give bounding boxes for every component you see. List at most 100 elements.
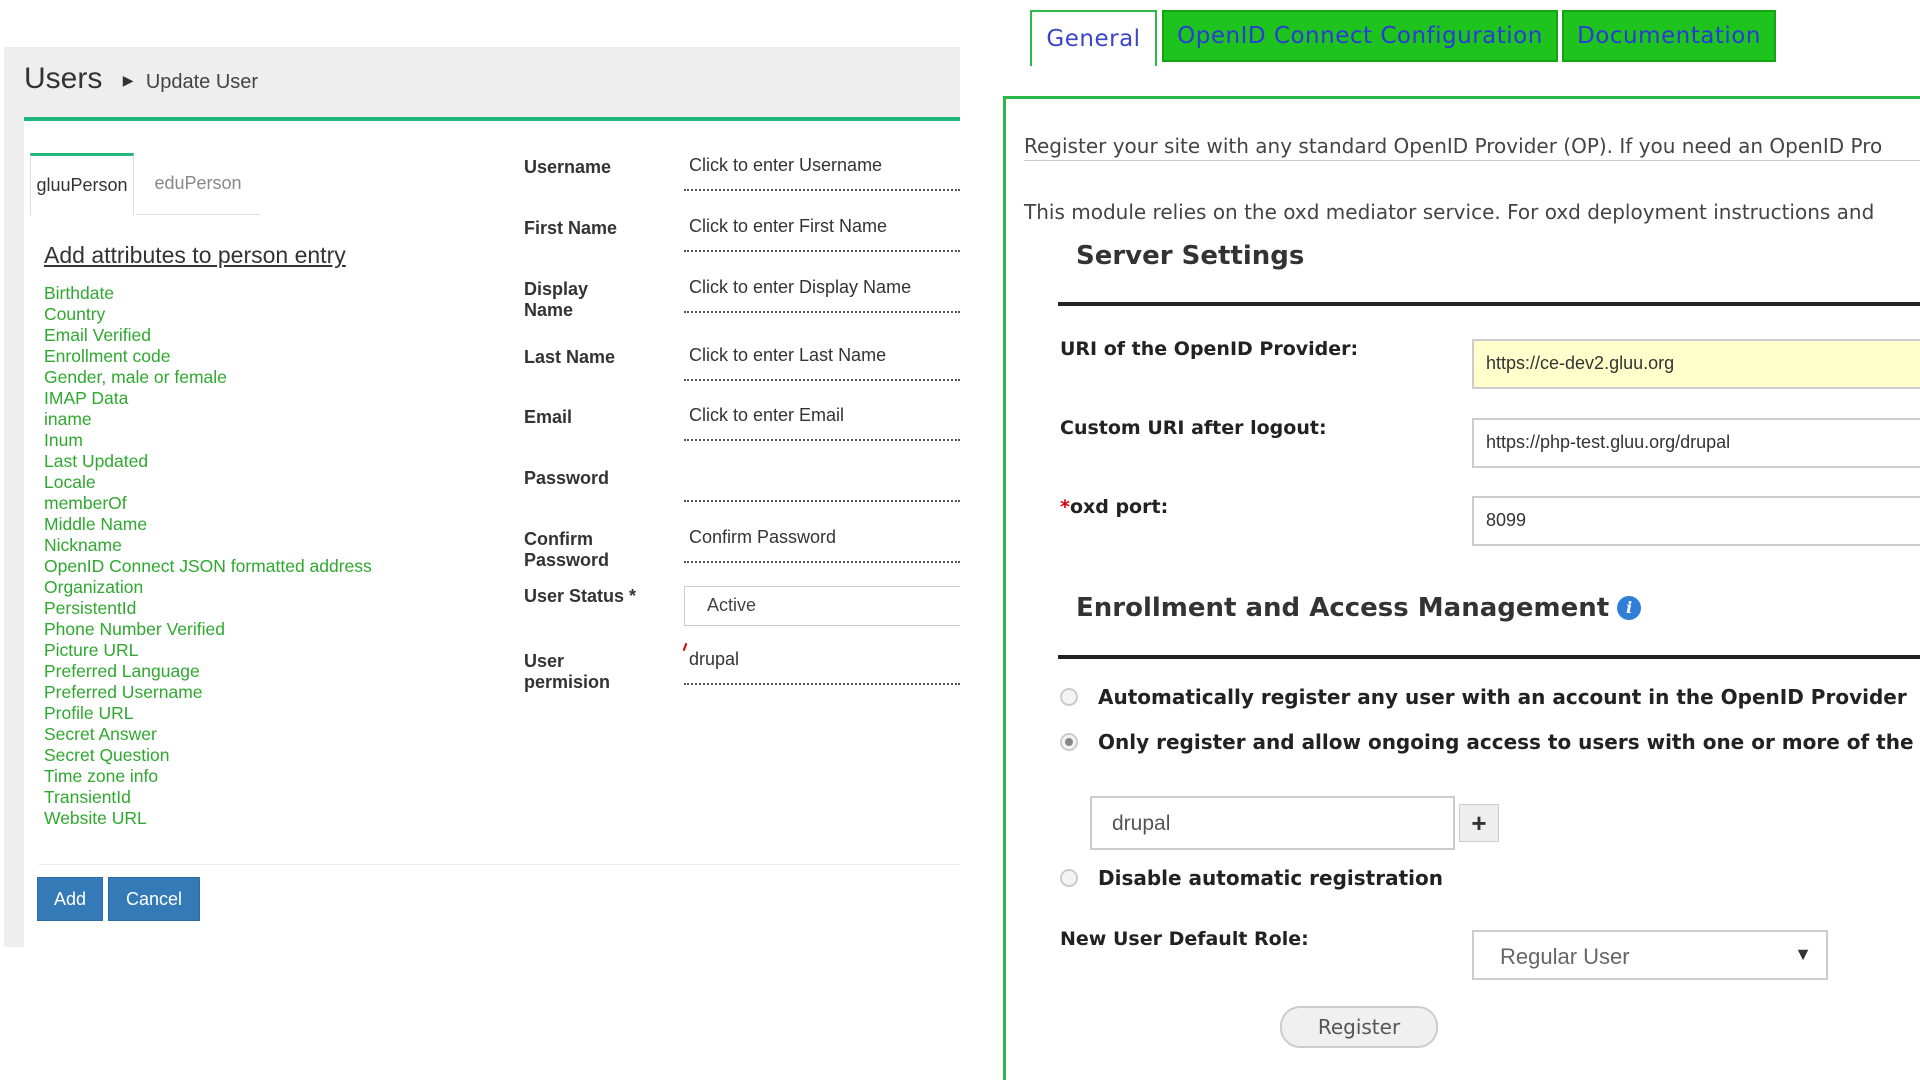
user-status-select[interactable]: Active [684, 586, 960, 626]
page-title: Users ▶ Update User [24, 62, 258, 96]
server-settings-heading: Server Settings [1076, 241, 1305, 271]
attribute-link[interactable]: Email Verified [44, 325, 372, 346]
radio-only-register[interactable]: Only register and allow ongoing access t… [1060, 730, 1920, 754]
user-status-label: User Status * [524, 586, 637, 606]
logout-uri-label: Custom URI after logout: [1060, 417, 1327, 439]
cancel-button[interactable]: Cancel [108, 877, 200, 921]
user-permission-label: User permision [524, 651, 611, 692]
attribute-link[interactable]: TransientId [44, 787, 372, 808]
attribute-link[interactable]: Preferred Language [44, 661, 372, 682]
confirm-password-label: Confirm Password [524, 529, 610, 570]
form-row-username: Username Click to enter Username [524, 143, 960, 204]
email-label: Email [524, 407, 573, 427]
email-field[interactable]: Click to enter Email [684, 393, 960, 441]
attribute-list: Birthdate Country Email Verified Enrollment… [44, 283, 372, 829]
last-name-field[interactable]: Click to enter Last Name [684, 333, 960, 381]
attribute-link[interactable]: iname [44, 409, 372, 430]
oxd-port-input[interactable]: 8099 [1472, 496, 1920, 546]
attribute-link[interactable]: Birthdate [44, 283, 372, 304]
enrollment-heading-text: Enrollment and Access Management [1076, 593, 1610, 623]
add-button[interactable]: Add [37, 877, 103, 921]
logout-uri-input[interactable]: https://php-test.gluu.org/drupal [1472, 418, 1920, 468]
form-row-confirm-password: Confirm Password Confirm Password [524, 515, 960, 576]
form-row-password: Password [524, 454, 960, 515]
attribute-link[interactable]: Secret Answer [44, 724, 372, 745]
oxd-port-label-text: oxd port: [1069, 496, 1169, 518]
chevron-down-icon: ▼ [1794, 944, 1812, 964]
attribute-link[interactable]: Profile URL [44, 703, 372, 724]
default-role-select[interactable]: Regular User ▼ [1472, 930, 1828, 980]
form-row-user-status: User Status * Active [524, 576, 960, 637]
attribute-link[interactable]: memberOf [44, 493, 372, 514]
oxd-port-label: *oxd port: [1060, 496, 1168, 518]
intro-divider [1024, 160, 1920, 161]
user-form-container: gluuPerson eduPerson Add attributes to p… [24, 117, 960, 951]
breadcrumb: Update User [145, 71, 259, 93]
first-name-field[interactable]: Click to enter First Name [684, 204, 960, 252]
radio-disable-registration-control[interactable] [1060, 869, 1078, 887]
attribute-link[interactable]: Organization [44, 577, 372, 598]
form-row-last-name: Last Name Click to enter Last Name [524, 333, 960, 394]
attributes-heading: Add attributes to person entry [44, 242, 346, 268]
add-role-button[interactable]: + [1459, 804, 1499, 842]
attribute-link[interactable]: IMAP Data [44, 388, 372, 409]
attribute-link[interactable]: Gender, male or female [44, 367, 372, 388]
attribute-link[interactable]: Last Updated [44, 451, 372, 472]
attribute-link[interactable]: Website URL [44, 808, 372, 829]
attribute-link[interactable]: Country [44, 304, 372, 325]
confirm-password-field[interactable]: Confirm Password [684, 515, 960, 563]
attribute-link[interactable]: Picture URL [44, 640, 372, 661]
form-row-display-name: Display Name Click to enter Display Name [524, 265, 960, 326]
tab-documentation[interactable]: Documentation [1562, 10, 1776, 62]
display-name-field[interactable]: Click to enter Display Name [684, 265, 960, 313]
attribute-link[interactable]: Locale [44, 472, 372, 493]
attribute-link[interactable]: Phone Number Verified [44, 619, 372, 640]
attribute-link[interactable]: Middle Name [44, 514, 372, 535]
info-icon[interactable]: i [1617, 596, 1642, 620]
users-panel: Users ▶ Update User gluuPerson eduPerson… [0, 0, 960, 1080]
role-input[interactable]: drupal [1090, 796, 1455, 850]
default-role-value: Regular User [1500, 944, 1630, 969]
uri-label: URI of the OpenID Provider: [1060, 338, 1359, 360]
intro-text-register: Register your site with any standard Ope… [1024, 134, 1883, 158]
uri-input[interactable]: https://ce-dev2.gluu.org [1472, 339, 1920, 389]
last-name-label: Last Name [524, 347, 616, 367]
radio-auto-register-control[interactable] [1060, 688, 1078, 706]
tab-general[interactable]: General [1030, 10, 1157, 66]
radio-auto-register[interactable]: Automatically register any user with an … [1060, 685, 1907, 709]
required-marker: * [1060, 496, 1070, 518]
tab-openid-connect-configuration[interactable]: OpenID Connect Configuration [1162, 10, 1558, 62]
register-button[interactable]: Register [1280, 1006, 1438, 1048]
form-row-first-name: First Name Click to enter First Name [524, 204, 960, 265]
enrollment-heading: Enrollment and Access Management i [1076, 593, 1642, 623]
display-name-label: Display Name [524, 279, 589, 320]
first-name-label: First Name [524, 218, 618, 238]
attribute-link[interactable]: Inum [44, 430, 372, 451]
attribute-link[interactable]: Preferred Username [44, 682, 372, 703]
default-role-label: New User Default Role: [1060, 928, 1309, 950]
attribute-link[interactable]: PersistentId [44, 598, 372, 619]
intro-text-oxd: This module relies on the oxd mediator s… [1024, 200, 1875, 224]
username-label: Username [524, 157, 612, 177]
attribute-link[interactable]: OpenID Connect JSON formatted address [44, 556, 372, 577]
radio-auto-register-label: Automatically register any user with an … [1098, 685, 1907, 709]
attribute-link[interactable]: Secret Question [44, 745, 372, 766]
radio-disable-registration-label: Disable automatic registration [1098, 866, 1443, 890]
radio-only-register-label: Only register and allow ongoing access t… [1098, 730, 1920, 754]
tab-gluuperson[interactable]: gluuPerson [30, 153, 134, 215]
radio-disable-registration[interactable]: Disable automatic registration [1060, 866, 1443, 890]
password-field[interactable] [684, 454, 960, 502]
attribute-link[interactable]: Enrollment code [44, 346, 372, 367]
tab-eduperson[interactable]: eduPerson [136, 153, 260, 215]
username-field[interactable]: Click to enter Username [684, 143, 960, 191]
attribute-link[interactable]: Nickname [44, 535, 372, 556]
radio-only-register-control[interactable] [1060, 733, 1078, 751]
footer-divider [38, 864, 960, 865]
page-title-text: Users [24, 62, 103, 95]
form-row-user-permission: User permision drupal [524, 637, 960, 698]
breadcrumb-arrow-icon: ▶ [122, 72, 134, 88]
openid-settings-panel: General OpenID Connect Configuration Doc… [1000, 0, 1920, 1080]
server-settings-rule [1058, 302, 1920, 306]
attribute-link[interactable]: Time zone info [44, 766, 372, 787]
user-permission-field[interactable]: drupal [684, 637, 960, 685]
